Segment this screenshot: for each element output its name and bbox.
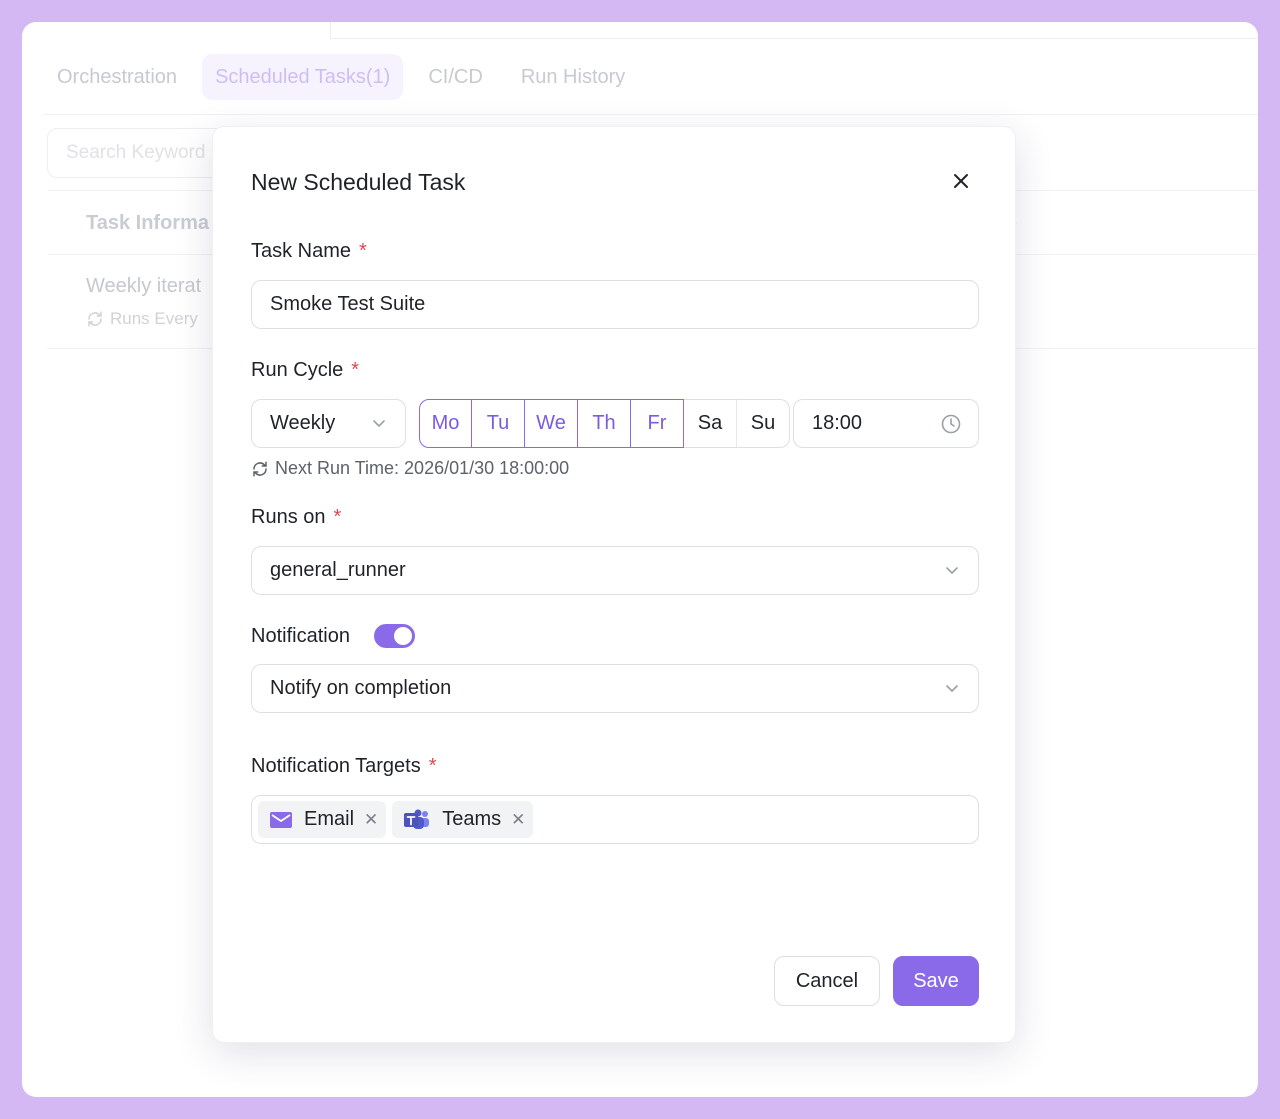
- notification-mode-value: Notify on completion: [270, 677, 452, 699]
- tab-scheduled-tasks[interactable]: Scheduled Tasks(1): [202, 54, 404, 100]
- remove-tag-icon[interactable]: ✕: [511, 810, 525, 830]
- close-button[interactable]: [947, 167, 975, 195]
- runs-on-label-text: Runs on: [251, 506, 326, 528]
- required-mark: *: [359, 240, 367, 262]
- runner-value: general_runner: [270, 559, 406, 581]
- day-tuesday[interactable]: Tu: [472, 399, 525, 448]
- repeat-icon: [88, 311, 102, 327]
- time-picker[interactable]: 18:00: [793, 399, 979, 448]
- required-mark: *: [351, 359, 360, 381]
- new-scheduled-task-dialog: New Scheduled Task Task Name * Smoke Tes…: [212, 126, 1016, 1043]
- tab-bar: Orchestration Scheduled Tasks(1) CI/CD R…: [44, 54, 638, 100]
- chevron-down-icon: [373, 420, 385, 427]
- chevron-down-icon: [946, 685, 958, 692]
- notification-mode-select[interactable]: Notify on completion: [251, 664, 979, 713]
- tag-email-label: Email: [304, 808, 355, 830]
- day-sunday[interactable]: Su: [737, 399, 790, 448]
- close-icon: [954, 174, 968, 188]
- frequency-select[interactable]: Weekly: [251, 399, 406, 448]
- weekday-selector: Mo Tu We Th Fr Sa Su: [419, 399, 790, 448]
- tab-run-history[interactable]: Run History: [508, 54, 638, 100]
- day-saturday[interactable]: Sa: [684, 399, 737, 448]
- required-mark: *: [428, 755, 437, 777]
- chevron-down-icon: [946, 567, 958, 574]
- run-cycle-label: Run Cycle *: [251, 359, 359, 382]
- frequency-value: Weekly: [270, 412, 336, 434]
- background-top-panel: [330, 22, 1258, 39]
- notification-toggle[interactable]: [374, 624, 415, 648]
- next-run-time: Next Run Time: 2026/01/30 18:00:00: [251, 458, 569, 479]
- notification-targets-label: Notification Targets *: [251, 755, 437, 778]
- next-run-text: Next Run Time: 2026/01/30 18:00:00: [275, 458, 570, 478]
- repeat-icon: [253, 461, 267, 476]
- clock-icon: [941, 414, 961, 434]
- time-value: 18:00: [812, 412, 863, 434]
- runner-select[interactable]: general_runner: [251, 546, 979, 595]
- remove-tag-icon[interactable]: ✕: [364, 810, 378, 830]
- notification-label-text: Notification: [251, 625, 350, 647]
- notification-targets-input[interactable]: Email ✕ Teams ✕: [251, 795, 979, 844]
- notification-label: Notification: [251, 625, 350, 648]
- tag-teams-label: Teams: [442, 808, 502, 830]
- task-name-input[interactable]: Smoke Test Suite: [251, 280, 979, 329]
- tabs-divider: [44, 114, 1258, 115]
- toggle-knob: [394, 627, 412, 645]
- task-name-label-text: Task Name: [251, 240, 352, 262]
- tab-orchestration[interactable]: Orchestration: [44, 54, 190, 100]
- save-button[interactable]: Save: [893, 956, 979, 1006]
- mail-icon: [270, 811, 292, 828]
- day-monday[interactable]: Mo: [419, 399, 472, 448]
- teams-icon: [404, 809, 430, 829]
- dialog-title: New Scheduled Task: [251, 169, 466, 195]
- table-row-subtitle-text: Runs Every: [110, 309, 198, 328]
- tab-cicd[interactable]: CI/CD: [415, 54, 495, 100]
- cancel-button[interactable]: Cancel: [774, 956, 880, 1006]
- table-row-title: Weekly iterat: [86, 275, 202, 297]
- day-wednesday[interactable]: We: [525, 399, 578, 448]
- day-friday[interactable]: Fr: [631, 399, 684, 448]
- day-thursday[interactable]: Th: [578, 399, 631, 448]
- table-row-subtitle: Runs Every: [86, 309, 198, 329]
- tag-email: Email ✕: [258, 801, 387, 838]
- task-name-label: Task Name *: [251, 240, 367, 263]
- runs-on-label: Runs on *: [251, 506, 341, 529]
- run-cycle-label-text: Run Cycle: [251, 359, 344, 381]
- required-mark: *: [333, 506, 342, 528]
- table-header-task-info: Task Informa: [86, 212, 209, 234]
- tag-teams: Teams ✕: [392, 801, 534, 838]
- notification-targets-label-text: Notification Targets: [251, 755, 421, 777]
- task-name-value: Smoke Test Suite: [270, 293, 426, 315]
